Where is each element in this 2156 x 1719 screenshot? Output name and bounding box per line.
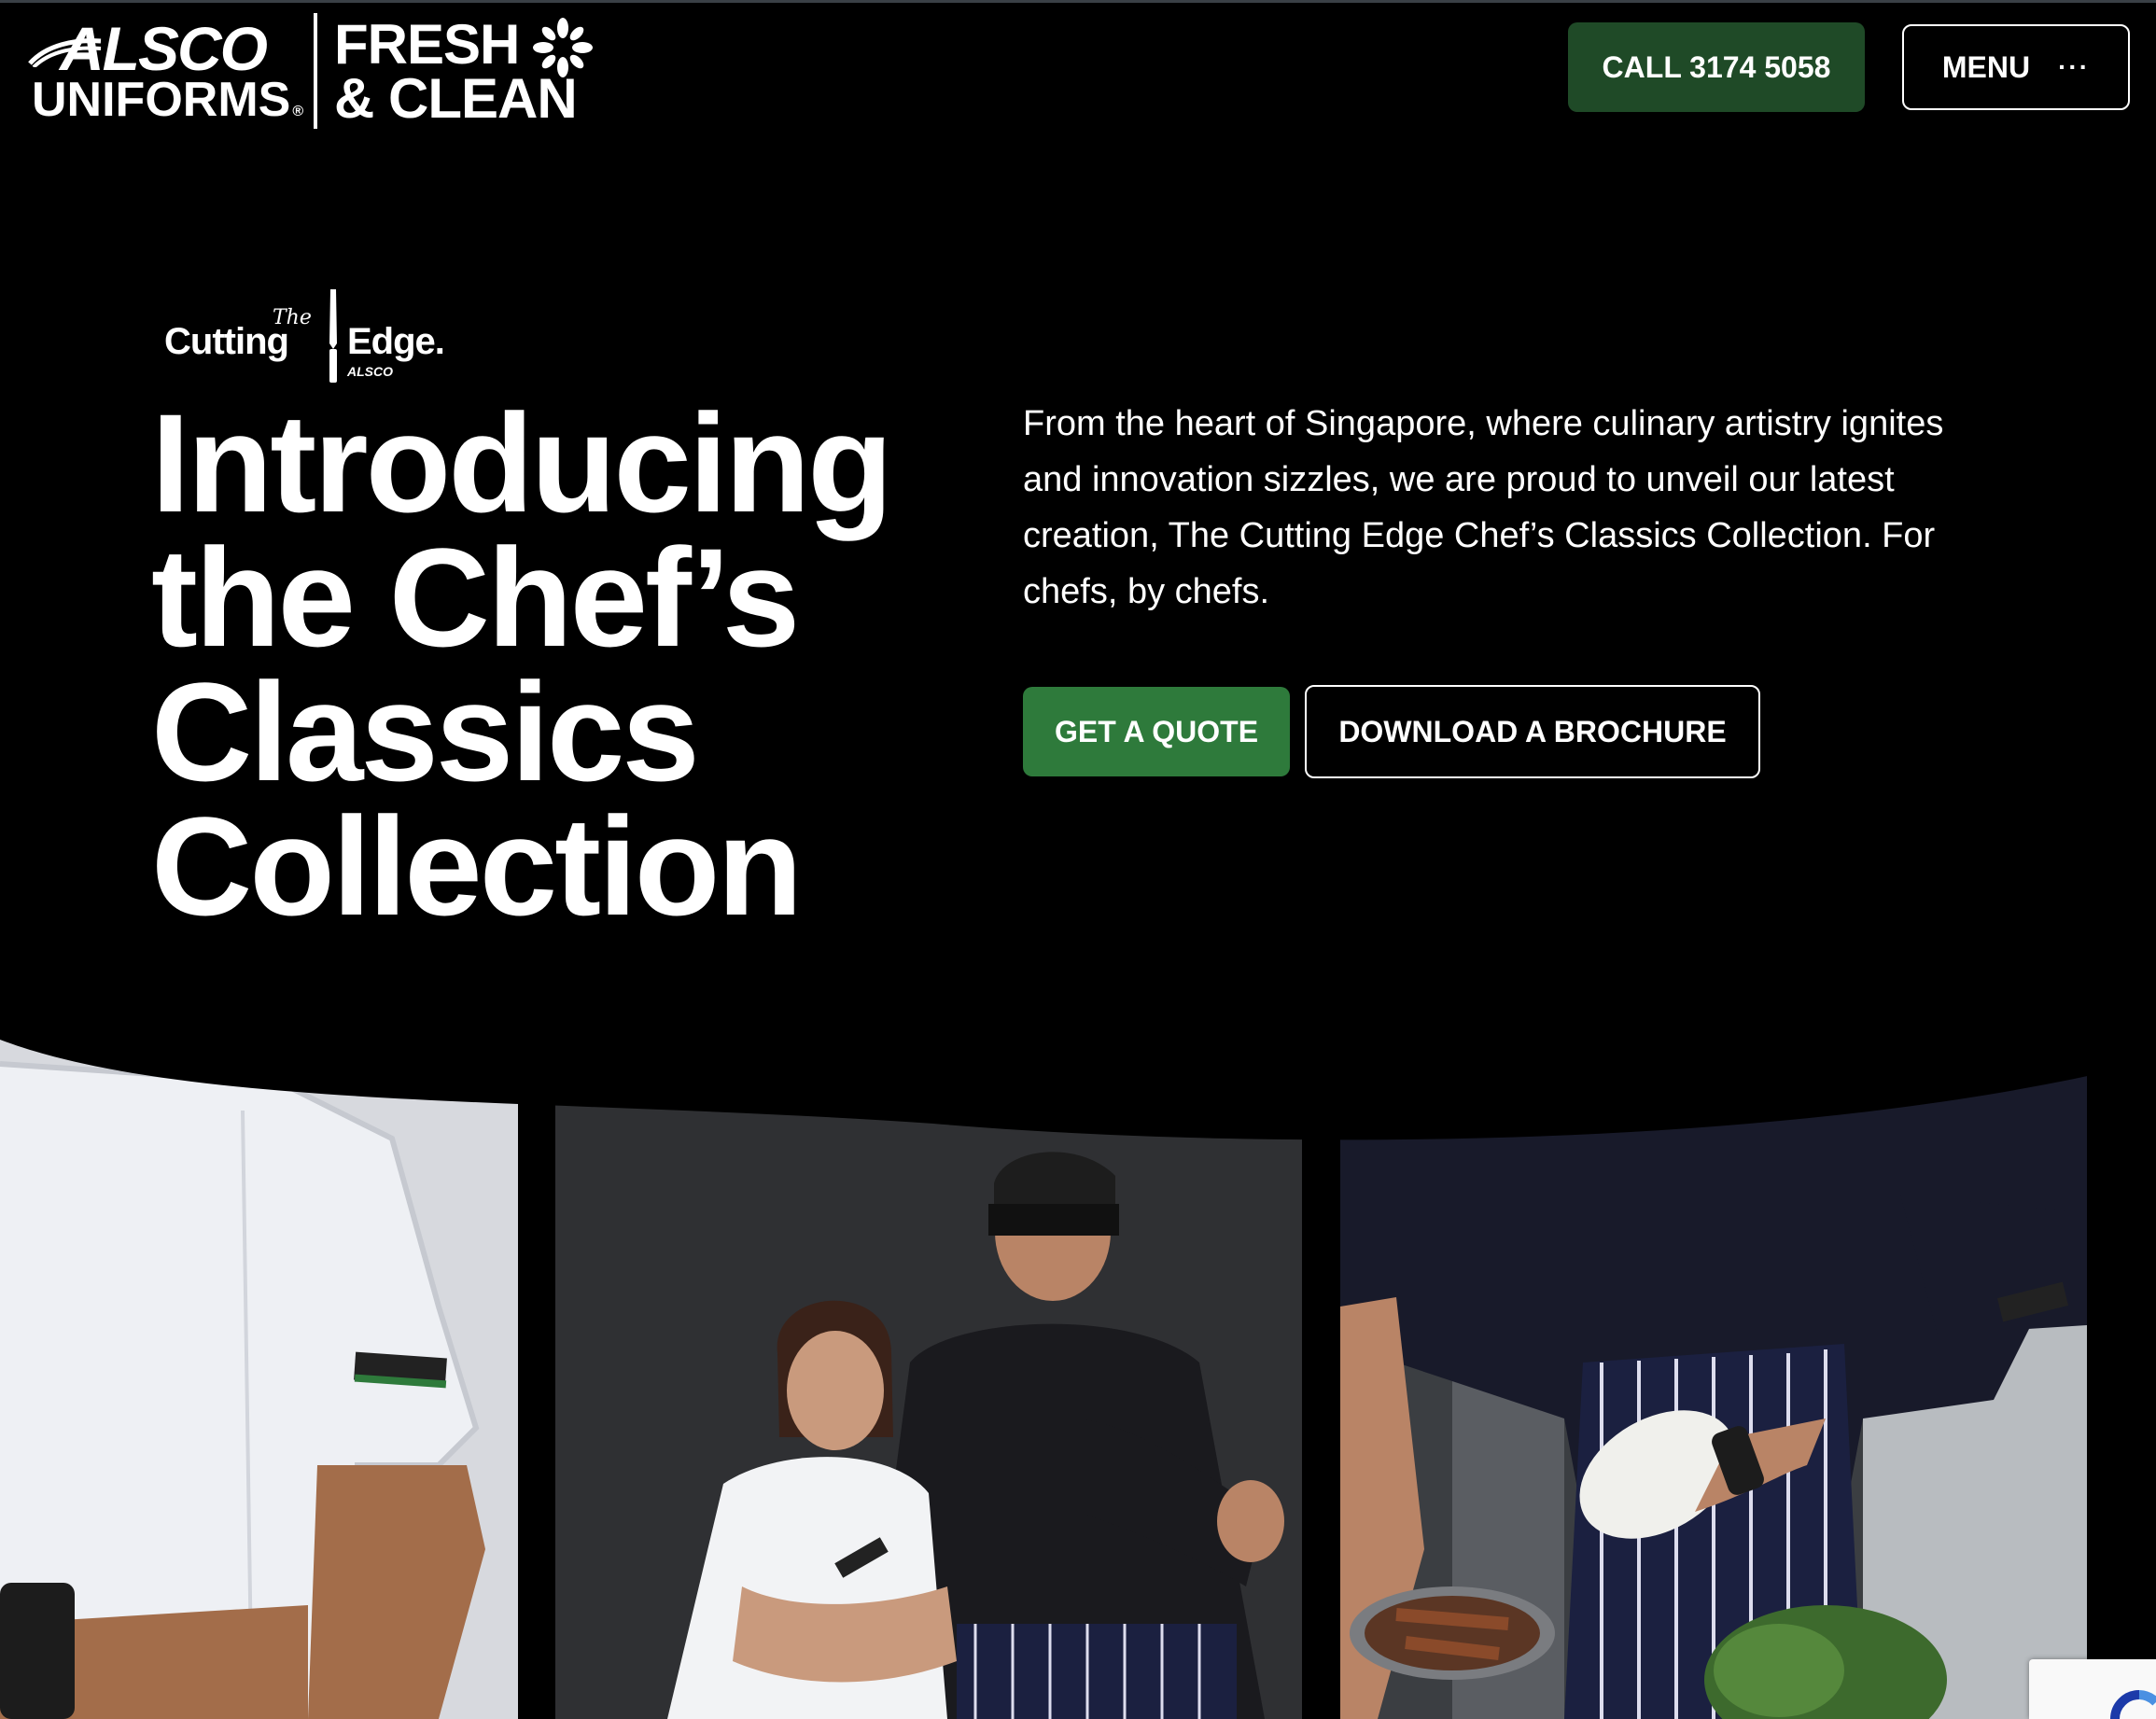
uniforms-text: UNIFORMS (32, 73, 291, 127)
fresh-wordmark: FRESH (334, 13, 520, 76)
menu-button[interactable]: MENU ··· (1902, 24, 2130, 110)
more-dots-icon: ··· (2058, 52, 2091, 81)
hero-curve-edge (0, 1008, 2156, 1140)
cutting-edge-logo: The Cutting Edge. ALSCO (164, 287, 463, 390)
logo-alsco-text: ALSCO (347, 364, 393, 379)
recaptcha-badge[interactable] (2029, 1659, 2156, 1719)
brand-divider (314, 13, 317, 129)
uniforms-wordmark: UNIFORMS ® (32, 73, 303, 139)
logo-cutting-text: Cutting (164, 321, 289, 362)
get-quote-button[interactable]: GET A QUOTE (1023, 687, 1290, 776)
recaptcha-icon (2110, 1690, 2156, 1719)
menu-label: MENU (1941, 49, 2031, 84)
brand-logo[interactable]: ALSCO UNIFORMS ® FRESH & CLEAN (24, 13, 603, 129)
call-button[interactable]: CALL 3174 5058 (1568, 22, 1865, 112)
logo-edge-text: Edge. (347, 321, 445, 362)
alsco-logo: ALSCO UNIFORMS ® (24, 13, 304, 129)
hero-title: Introducing the Chef’s Classics Collecti… (151, 384, 893, 944)
fresh-clean-logo: FRESH & CLEAN (334, 13, 605, 129)
sparkle-icon (533, 18, 593, 77)
knife-icon (329, 289, 337, 383)
hero-description: From the heart of Singapore, where culin… (1023, 404, 1944, 611)
download-brochure-button[interactable]: DOWNLOAD A BROCHURE (1305, 685, 1760, 778)
top-border (0, 0, 2156, 3)
registered-mark: ® (292, 104, 304, 119)
